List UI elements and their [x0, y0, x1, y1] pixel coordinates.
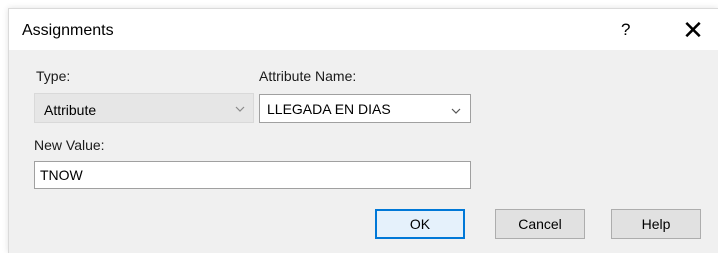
attribute-name-label: Attribute Name:	[259, 68, 357, 84]
close-icon[interactable]: ✕	[673, 15, 713, 45]
attribute-name-combobox[interactable]: LLEGADA EN DIAS	[259, 94, 471, 123]
chevron-down-icon	[451, 108, 461, 114]
dialog-title: Assignments	[22, 22, 114, 39]
new-value-input[interactable]: TNOW	[34, 161, 471, 189]
help-button[interactable]: Help	[611, 209, 701, 239]
help-icon[interactable]: ?	[621, 20, 630, 40]
cancel-button[interactable]: Cancel	[495, 209, 585, 239]
assignments-dialog: Assignments ? ✕ Type: Attribute Name: At…	[8, 8, 718, 253]
type-combobox[interactable]: Attribute	[34, 93, 254, 123]
new-value-label: New Value:	[34, 137, 105, 153]
ok-button[interactable]: OK	[375, 209, 465, 239]
type-combobox-value: Attribute	[44, 102, 97, 118]
type-label: Type:	[36, 68, 71, 84]
chevron-down-icon	[235, 106, 245, 112]
attribute-name-combobox-value: LLEGADA EN DIAS	[267, 101, 391, 117]
new-value-input-text: TNOW	[40, 167, 83, 183]
title-bar: Assignments ? ✕	[9, 9, 718, 50]
